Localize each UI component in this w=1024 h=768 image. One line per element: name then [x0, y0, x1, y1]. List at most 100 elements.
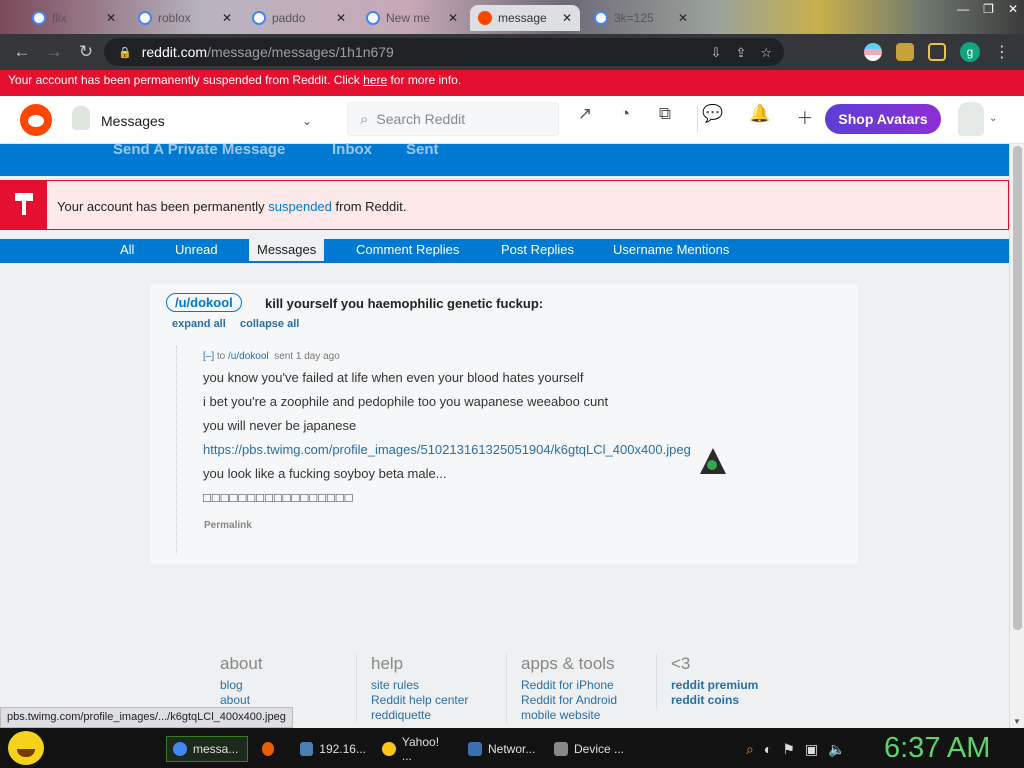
tab-close-icon[interactable]: ✕	[222, 11, 232, 25]
tab-close-icon[interactable]: ✕	[562, 11, 572, 25]
footer-link[interactable]: about	[220, 693, 263, 708]
footer-column-apps: apps & tools Reddit for iPhone Reddit fo…	[506, 654, 617, 723]
coins-icon[interactable]: ◔	[614, 104, 636, 124]
puzzle-extensions-icon[interactable]	[896, 43, 914, 61]
chat-icon[interactable]: 💬	[702, 104, 723, 129]
taskbar-window[interactable]: 192.16...	[294, 736, 372, 762]
address-bar[interactable]: 🔒 reddit.com /message/messages/1h1n679 ⇩…	[104, 38, 784, 66]
user-badge[interactable]: /u/dokool	[166, 293, 242, 312]
inbox-link[interactable]: Inbox	[332, 141, 372, 158]
suspension-info-link[interactable]: here	[363, 73, 387, 87]
window-icon	[300, 742, 314, 756]
footer-link[interactable]: reddit coins	[671, 693, 758, 708]
tab-all[interactable]: All	[120, 242, 134, 257]
tab-close-icon[interactable]: ✕	[106, 11, 116, 25]
tab-close-icon[interactable]: ✕	[678, 11, 688, 25]
search-input[interactable]: ⌕ Search Reddit	[347, 102, 559, 136]
chevron-down-icon[interactable]: ⌄	[302, 114, 312, 128]
system-tray: ⌕ ◐ ⚑ ▣ 🔈	[746, 741, 846, 758]
browser-tab[interactable]: New me ✕	[358, 5, 466, 31]
taskbar-firefox[interactable]	[256, 736, 286, 762]
video-icon[interactable]: ⧉	[654, 104, 676, 124]
footer-link[interactable]: mobile website	[521, 708, 617, 723]
footer-link[interactable]: site rules	[371, 678, 468, 693]
share-icon[interactable]: ⇪	[735, 45, 746, 61]
tab-label: New me	[386, 11, 431, 25]
back-icon[interactable]: ←	[6, 42, 38, 62]
popular-icon[interactable]: ↗	[574, 104, 596, 124]
section-title[interactable]: Messages	[101, 113, 165, 129]
tab-username-mentions[interactable]: Username Mentions	[613, 242, 729, 257]
scroll-down-icon[interactable]: ▼	[1013, 717, 1021, 726]
collapse-toggle[interactable]: [–]	[203, 351, 214, 362]
lock-icon[interactable]: 🔒	[118, 46, 132, 59]
reload-icon[interactable]: ↻	[70, 42, 102, 62]
taskbar-label: messa...	[193, 742, 239, 756]
footer-link[interactable]: reddit premium	[671, 678, 758, 693]
browser-tab[interactable]: paddo ✕	[244, 5, 354, 31]
chrome-icon	[173, 742, 187, 756]
gmail-favicon-icon	[366, 11, 380, 25]
notification-bell-icon[interactable]: 🔔	[749, 104, 770, 129]
taskbar-device[interactable]: Device ...	[548, 736, 630, 762]
bookmark-star-icon[interactable]: ☆	[760, 45, 772, 61]
forward-icon[interactable]: →	[38, 42, 70, 62]
start-smiley-icon[interactable]	[8, 731, 44, 765]
tab-label: paddo	[272, 11, 306, 25]
permalink-link[interactable]: Permalink	[204, 520, 252, 531]
taskbar-clock[interactable]: 6:37 AM	[884, 732, 990, 765]
browser-tab[interactable]: roblox ✕	[130, 5, 240, 31]
footer-link[interactable]: Reddit help center	[371, 693, 468, 708]
send-private-message-link[interactable]: Send A Private Message	[113, 141, 285, 158]
expand-all-link[interactable]: expand all	[172, 318, 226, 330]
minimize-icon[interactable]: —	[957, 2, 969, 16]
chevron-down-icon[interactable]: ⌄	[989, 113, 997, 124]
footer-link[interactable]: Reddit for iPhone	[521, 678, 617, 693]
scrollbar-thumb[interactable]	[1013, 146, 1022, 630]
recipient-link[interactable]: /u/dokool	[228, 351, 269, 362]
footer-link[interactable]: Reddit for Android	[521, 693, 617, 708]
maximize-icon[interactable]: ❐	[983, 2, 994, 16]
volume-icon[interactable]: 🔈	[828, 741, 845, 758]
reddit-logo-icon[interactable]	[20, 104, 52, 136]
sent-link[interactable]: Sent	[406, 141, 439, 158]
footer-link[interactable]: reddiquette	[371, 708, 468, 723]
browser-tab[interactable]: flix ✕	[24, 5, 124, 31]
collapse-all-link[interactable]: collapse all	[240, 318, 299, 330]
browser-tab-active[interactable]: message ✕	[470, 5, 580, 31]
browser-menu-icon[interactable]: ⋮	[994, 42, 1010, 62]
network-tray-icon[interactable]: ▣	[805, 741, 818, 758]
search-tray-icon[interactable]: ⌕	[746, 741, 754, 758]
url-host: reddit.com	[141, 44, 208, 60]
tab-messages[interactable]: Messages	[249, 239, 325, 263]
taskbar-yahoo[interactable]: Yahoo! ...	[376, 735, 458, 763]
flag-tray-icon[interactable]: ⚑	[782, 741, 795, 758]
browser-tab[interactable]: 3k=125 ✕	[586, 5, 696, 31]
create-post-icon[interactable]: ＋	[796, 104, 813, 129]
suspended-link[interactable]: suspended	[268, 199, 332, 214]
tab-comment-replies[interactable]: Comment Replies	[356, 242, 459, 257]
taskbar-network[interactable]: Networ...	[462, 736, 544, 762]
footer-heading: <3	[671, 654, 691, 673]
shop-avatars-button[interactable]: Shop Avatars	[825, 104, 941, 134]
side-panel-icon[interactable]	[928, 43, 946, 61]
tab-post-replies[interactable]: Post Replies	[501, 242, 574, 257]
profile-avatar[interactable]: g	[960, 42, 980, 62]
page-scrollbar[interactable]: ▼	[1009, 144, 1024, 728]
device-icon	[554, 742, 568, 756]
footer-link[interactable]: blog	[220, 678, 263, 693]
tab-close-icon[interactable]: ✕	[448, 11, 458, 25]
install-icon[interactable]: ⇩	[711, 45, 722, 61]
tab-label: 3k=125	[614, 11, 654, 25]
tab-close-icon[interactable]: ✕	[336, 11, 346, 25]
close-window-icon[interactable]: ✕	[1008, 2, 1018, 16]
message-image-link[interactable]: https://pbs.twimg.com/profile_images/510…	[203, 442, 691, 457]
tab-unread[interactable]: Unread	[175, 242, 218, 257]
footer-heading: help	[371, 654, 404, 673]
suspension-notice-text: Your account has been permanently suspen…	[57, 199, 406, 214]
taskbar-chrome[interactable]: messa...	[166, 736, 248, 762]
user-avatar[interactable]	[958, 102, 984, 136]
tray-status-icon[interactable]: ◐	[764, 741, 772, 758]
flag-extension-icon[interactable]	[864, 43, 882, 61]
suspension-banner: Your account has been permanently suspen…	[0, 70, 1024, 96]
